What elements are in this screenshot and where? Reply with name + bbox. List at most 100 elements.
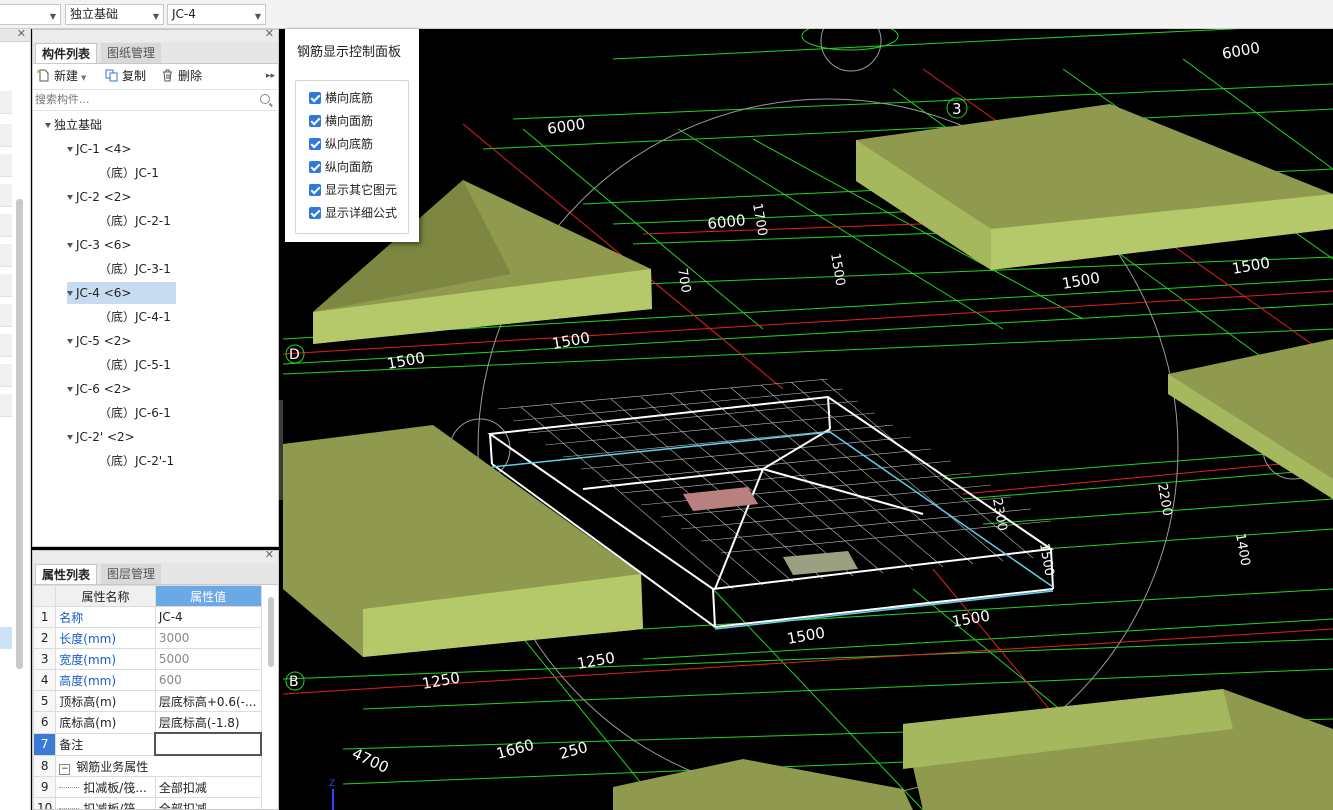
close-icon[interactable]: ✕ [265, 27, 274, 40]
tab-layer-management[interactable]: 图层管理 [101, 564, 162, 584]
table-row-selected[interactable]: 7 备注 [33, 732, 262, 756]
checkbox-checked-icon[interactable] [309, 207, 321, 219]
delete-button[interactable]: 删除 [161, 68, 202, 85]
nav-item[interactable] [0, 394, 12, 417]
nav-item[interactable] [0, 334, 12, 357]
checkbox-show-detailed-formula[interactable]: 显示详细公式 [309, 205, 397, 221]
search-icon[interactable] [260, 94, 270, 104]
3d-viewport[interactable]: 6000 6000 6000 1500 1500 1500 1500 1500 … [283, 29, 1333, 810]
copy-button[interactable]: 复制 [105, 68, 146, 85]
table-row-group[interactable]: 8 − 钢筋业务属性 [33, 754, 262, 777]
property-value[interactable]: 层底标高+0.6(-... [154, 690, 262, 712]
nav-item-selected[interactable] [0, 627, 12, 649]
tab-drawing-management[interactable]: 图纸管理 [101, 43, 162, 63]
table-row[interactable]: 4 高度(mm) 600 [33, 669, 262, 691]
expand-icon[interactable] [67, 339, 73, 344]
tree-label: JC-5 <2> [76, 334, 132, 348]
nav-item[interactable] [0, 124, 12, 147]
expand-icon[interactable] [67, 195, 73, 200]
tree-label: JC-2 <2> [76, 190, 132, 204]
tree-node-sub[interactable]: （底）JC-5-1 [99, 354, 171, 376]
nav-item[interactable] [0, 304, 12, 327]
new-button[interactable]: 新建 ▼ [37, 68, 86, 85]
tab-property-list[interactable]: 属性列表 [35, 564, 98, 584]
property-value[interactable]: JC-4 [154, 606, 262, 628]
nav-item[interactable] [0, 154, 12, 177]
scrollbar[interactable] [16, 199, 23, 669]
tree-node-component[interactable]: JC-1 <4> [67, 138, 131, 160]
cad-drawing[interactable]: 6000 6000 6000 1500 1500 1500 1500 1500 … [283, 29, 1333, 810]
property-value[interactable]: 全部扣减 [154, 797, 262, 809]
scrollbar[interactable] [268, 597, 274, 667]
new-label: 新建 [54, 69, 79, 83]
top-toolbar: ▼ 独立基础 ▼ JC-4 ▼ [0, 0, 1333, 29]
expand-icon[interactable] [67, 243, 73, 248]
component-name-combo[interactable]: JC-4 ▼ [167, 4, 266, 25]
tree-node-component[interactable]: JC-3 <6> [67, 234, 131, 256]
checkbox-checked-icon[interactable] [309, 92, 321, 104]
checkbox-checked-icon[interactable] [309, 161, 321, 173]
tree-node-component[interactable]: JC-2' <2> [67, 426, 135, 448]
checkbox-vertical-top[interactable]: 纵向面筋 [309, 159, 373, 175]
row-number: 4 [33, 669, 57, 691]
nav-item[interactable] [0, 244, 12, 267]
more-icon[interactable]: ▸▸ [266, 68, 275, 85]
table-row[interactable]: 10 扣减板/筏... 全部扣减 [33, 797, 262, 809]
component-type-combo[interactable]: 独立基础 ▼ [65, 4, 164, 25]
search-input[interactable] [35, 91, 260, 107]
expand-icon[interactable] [45, 123, 51, 128]
table-row[interactable]: 6 底标高(m) 层底标高(-1.8) [33, 711, 262, 734]
property-value[interactable]: 600 [154, 669, 262, 691]
tree-node-component[interactable]: JC-2 <2> [67, 186, 131, 208]
tree-node-sub[interactable]: （底）JC-6-1 [99, 402, 171, 424]
tree-node-category[interactable]: 独立基础 [45, 114, 102, 136]
tree-node-sub[interactable]: （底）JC-3-1 [99, 258, 171, 280]
table-row[interactable]: 2 长度(mm) 3000 [33, 627, 262, 649]
tree-node-component-selected[interactable]: JC-4 <6> [67, 282, 176, 304]
property-value[interactable]: 3000 [154, 627, 262, 649]
checkbox-horizontal-top[interactable]: 横向面筋 [309, 113, 373, 129]
tree-label: （底）JC-2'-1 [99, 454, 175, 468]
checkbox-checked-icon[interactable] [309, 115, 321, 127]
checkbox-show-other-elements[interactable]: 显示其它图元 [309, 182, 397, 198]
header-property-value: 属性值 [154, 585, 262, 607]
checkbox-label: 显示其它图元 [325, 183, 398, 197]
floor-combo[interactable]: ▼ [0, 4, 61, 25]
copy-icon [105, 69, 118, 82]
nav-item[interactable] [0, 364, 12, 387]
nav-item[interactable] [0, 274, 12, 297]
nav-item[interactable] [0, 184, 12, 207]
property-value[interactable]: 全部扣减 [154, 776, 262, 798]
tree-node-sub[interactable]: （底）JC-2-1 [99, 210, 171, 232]
expand-icon[interactable] [67, 435, 73, 440]
tree-node-sub[interactable]: （底）JC-2'-1 [99, 450, 174, 472]
nav-item[interactable] [0, 214, 12, 237]
close-icon[interactable]: ✕ [17, 27, 26, 40]
remark-input[interactable] [154, 732, 262, 756]
table-row[interactable]: 1 名称 JC-4 [33, 606, 262, 628]
tree-node-sub[interactable]: （底）JC-4-1 [99, 306, 171, 328]
chevron-down-icon: ▼ [81, 74, 87, 82]
table-row[interactable]: 3 宽度(mm) 5000 [33, 648, 262, 670]
tree-node-sub[interactable]: （底）JC-1 [99, 162, 159, 184]
table-row[interactable]: 9 扣减板/筏... 全部扣减 [33, 776, 262, 798]
close-icon[interactable]: ✕ [265, 551, 274, 561]
expand-icon[interactable] [67, 147, 73, 152]
tree-node-component[interactable]: JC-6 <2> [67, 378, 131, 400]
checkbox-horizontal-bottom[interactable]: 横向底筋 [309, 90, 373, 106]
checkbox-vertical-bottom[interactable]: 纵向底筋 [309, 136, 373, 152]
collapse-icon[interactable]: − [59, 763, 71, 775]
tab-component-list[interactable]: 构件列表 [35, 43, 98, 63]
property-group[interactable]: − 钢筋业务属性 [55, 754, 262, 777]
property-value[interactable]: 5000 [154, 648, 262, 670]
property-name: 备注 [55, 732, 156, 756]
nav-item[interactable] [0, 91, 12, 114]
navigation-header: ✕ [0, 27, 30, 42]
tree-node-component[interactable]: JC-5 <2> [67, 330, 131, 352]
expand-icon[interactable] [67, 387, 73, 392]
table-row[interactable]: 5 顶标高(m) 层底标高+0.6(-... [33, 690, 262, 712]
property-value[interactable]: 层底标高(-1.8) [154, 711, 262, 734]
checkbox-checked-icon[interactable] [309, 184, 321, 196]
expand-icon[interactable] [67, 291, 73, 296]
checkbox-checked-icon[interactable] [309, 138, 321, 150]
